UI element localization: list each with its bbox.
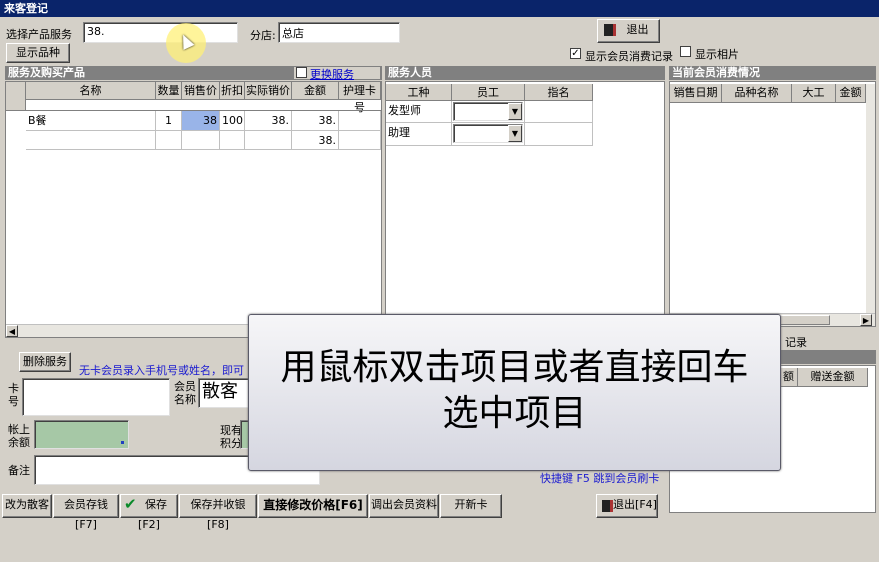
row2-amount-total: 38. (292, 131, 339, 150)
overlay-line-2: 选中项目 (442, 393, 587, 434)
col-job: 工种 (386, 84, 452, 101)
member-panel-header: 当前会员消费情况 (669, 66, 876, 80)
services-grid[interactable]: 名称 数量 销售价 折扣 实际销价 金额 护理卡号 B餐 1 38 100 38… (5, 81, 382, 338)
show-photo-label: 显示相片 (695, 48, 739, 61)
staff-row1-employee-select[interactable]: ▼ (453, 102, 523, 121)
member-name-label: 会员名称 (174, 380, 196, 406)
staff-grid[interactable]: 工种 员工 指名 发型师 ▼ 助理 ▼ (385, 81, 665, 338)
row1-actual-price[interactable]: 38. (245, 111, 292, 131)
col-gift-amount: 赠送金额 (798, 368, 868, 387)
shortcut-hint: 快捷键 F5 跳到会员刷卡 (540, 472, 660, 485)
member-vscrollbar[interactable] (866, 84, 875, 313)
overlay-line-1: 用鼠标双击项目或者直接回车 (280, 347, 749, 388)
col-name: 名称 (26, 82, 156, 100)
new-card-button[interactable]: 开新卡 (440, 494, 502, 518)
no-card-hint: 无卡会员录入手机号或姓名，即可 (79, 364, 244, 377)
branch-label: 分店: (250, 29, 276, 42)
show-variety-button[interactable]: 显示品种 (6, 43, 70, 63)
row2-actual-price[interactable] (245, 131, 292, 150)
row1-price[interactable]: 38 (182, 111, 220, 131)
exit-f4-label: 退出[F4] (613, 498, 657, 511)
dropdown-arrow-icon[interactable]: ▼ (508, 103, 522, 120)
col-discount: 折扣 (220, 82, 245, 100)
staff-row1-job: 发型师 (386, 101, 452, 123)
points-label: 现有积分 (220, 424, 242, 450)
member-panel-title: 当前会员消费情况 (672, 66, 760, 79)
row1-care-card[interactable] (339, 111, 381, 131)
staff-row2-job: 助理 (386, 123, 452, 146)
col-employee: 员工 (452, 84, 525, 101)
save-button[interactable]: ✔ 保存[F2] (120, 494, 178, 531)
row1-amount[interactable]: 38. (292, 111, 339, 131)
edit-price-button[interactable]: 直接修改价格[F6] (258, 494, 368, 518)
select-service-input[interactable]: 38. (83, 22, 238, 43)
member-consumption-grid[interactable]: 销售日期 品种名称 大工 金额 ◀ ▶ (669, 81, 876, 327)
staff-row2-employee-select[interactable]: ▼ (453, 124, 523, 143)
show-member-consumption-checkbox[interactable]: ✓ (570, 48, 581, 59)
select-service-label: 选择产品服务 (6, 28, 72, 41)
col-member-amount: 金额 (836, 84, 866, 103)
staff-panel-title: 服务人员 (388, 66, 432, 79)
to-walkin-button[interactable]: 改为散客 (2, 494, 52, 518)
save-checkout-button[interactable]: 保存并收银[F8] (179, 494, 257, 531)
col-amount: 金额 (292, 82, 339, 100)
staff-row1-designated[interactable] (525, 101, 593, 123)
change-service-checkbox[interactable] (296, 67, 307, 78)
col-item-name: 品种名称 (722, 84, 792, 103)
show-member-consumption-label: 显示会员消费记录 (585, 50, 673, 63)
col-worker: 大工 (792, 84, 836, 103)
row1-discount[interactable]: 100 (220, 111, 245, 131)
load-member-button[interactable]: 调出会员资料 (369, 494, 439, 518)
exit-f4-button[interactable]: 退出[F4] (596, 494, 658, 518)
window-title: 来客登记 (0, 0, 879, 17)
account-balance-label: 帐上余额 (8, 423, 30, 449)
checkmark-icon: ✔ (124, 495, 137, 513)
delete-service-button[interactable]: 删除服务 (19, 352, 71, 372)
row1-name[interactable]: B餐 (26, 111, 156, 131)
col-price: 销售价 (182, 82, 220, 100)
col-qty: 数量 (156, 82, 182, 100)
member-deposit-button[interactable]: 会员存钱[F7] (53, 494, 119, 531)
row-header-corner (6, 82, 26, 111)
row1-qty[interactable]: 1 (156, 111, 182, 131)
col-actual-price: 实际销价 (245, 82, 292, 100)
account-balance-field (34, 420, 129, 449)
member-name-input[interactable]: 散客 (198, 378, 250, 408)
row2-price[interactable] (182, 131, 220, 150)
staff-row1-employee[interactable]: ▼ (452, 101, 525, 123)
save-label: 保存[F2] (138, 498, 167, 531)
exit-door-icon (604, 24, 616, 36)
exit-button[interactable]: 退出 (597, 19, 660, 43)
row2-discount[interactable] (220, 131, 245, 150)
services-panel-title: 服务及购买产品 (8, 66, 85, 79)
col-sale-date: 销售日期 (670, 84, 722, 103)
card-no-label: 卡号 (8, 382, 19, 408)
change-service-label[interactable]: 更换服务 (310, 66, 354, 82)
dropdown-arrow-icon[interactable]: ▼ (508, 125, 522, 142)
col-designated: 指名 (525, 84, 593, 101)
scroll-left-icon[interactable]: ◀ (6, 325, 18, 337)
row2-care-card[interactable] (339, 131, 381, 150)
col-care-card: 护理卡号 (339, 82, 381, 114)
row2-qty[interactable] (156, 131, 182, 150)
card-no-input[interactable] (22, 378, 170, 416)
staff-row2-employee[interactable]: ▼ (452, 123, 525, 146)
change-service-toggle[interactable]: 更换服务 (294, 66, 380, 82)
row2-name[interactable] (26, 131, 156, 150)
tutorial-overlay: 用鼠标双击项目或者直接回车 选中项目 (248, 314, 781, 471)
records-tab-label[interactable]: 记录 (785, 334, 807, 350)
branch-input[interactable]: 总店 (278, 22, 400, 43)
exit-label: 退出 (626, 23, 649, 36)
exit-door-icon (602, 500, 613, 512)
scroll-right-icon[interactable]: ▶ (860, 314, 872, 326)
remark-label: 备注 (8, 464, 30, 477)
staff-row2-designated[interactable] (525, 123, 593, 146)
col-records-amount: 额 (780, 368, 798, 387)
show-photo-checkbox[interactable] (680, 46, 691, 57)
staff-panel-header: 服务人员 (385, 66, 665, 80)
